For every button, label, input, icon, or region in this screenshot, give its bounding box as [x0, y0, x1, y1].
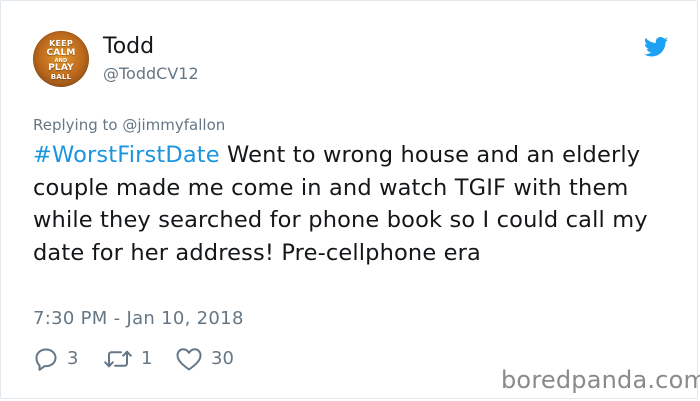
tweet-text: #WorstFirstDate Went to wrong house and …	[33, 139, 673, 269]
like-icon	[176, 348, 202, 371]
like-count: 30	[211, 348, 234, 369]
retweet-icon	[104, 350, 132, 368]
hashtag-link[interactable]: #WorstFirstDate	[33, 142, 220, 168]
reply-icon	[35, 348, 57, 371]
reply-count: 3	[67, 348, 79, 369]
avatar-text-5: BALL	[50, 73, 72, 81]
retweet-count: 1	[141, 348, 153, 369]
like-button[interactable]: 30	[175, 346, 234, 372]
reply-context: Replying to @jimmyfallon	[33, 116, 225, 134]
retweet-button[interactable]: 1	[103, 346, 152, 372]
avatar[interactable]: KEEP CALM AND PLAY BALL	[33, 31, 89, 87]
reply-mention-link[interactable]: @jimmyfallon	[122, 116, 225, 134]
tweet-card: KEEP CALM AND PLAY BALL Todd @ToddCV12 R…	[0, 0, 700, 399]
reply-button[interactable]: 3	[33, 346, 78, 372]
author-name[interactable]: Todd	[103, 34, 154, 60]
twitter-bird-icon[interactable]	[644, 37, 668, 57]
tweet-timestamp[interactable]: 7:30 PM - Jan 10, 2018	[33, 308, 244, 330]
reply-prefix: Replying to	[33, 116, 123, 134]
boredpanda-watermark: boredpanda.com	[501, 366, 700, 394]
author-handle[interactable]: @ToddCV12	[103, 64, 199, 84]
avatar-text-1: KEEP	[49, 39, 73, 48]
avatar-text-2: CALM	[46, 48, 76, 58]
avatar-text-4: PLAY	[48, 63, 74, 73]
